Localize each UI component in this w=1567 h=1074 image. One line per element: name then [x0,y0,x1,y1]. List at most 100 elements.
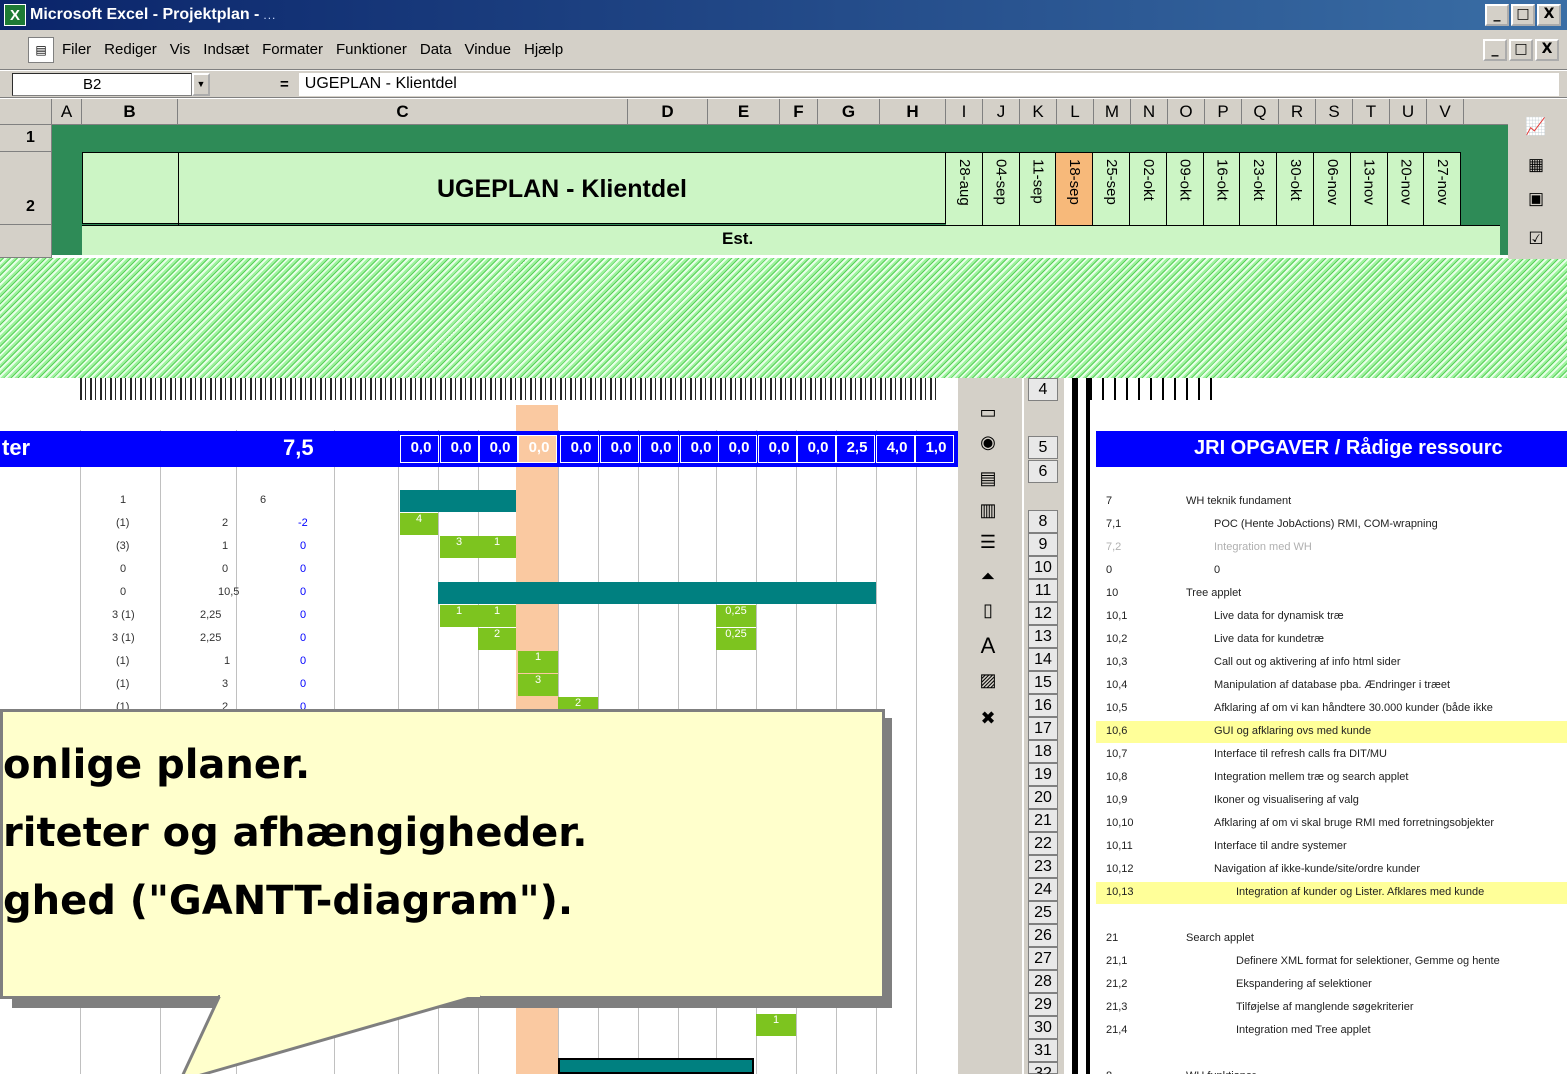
task-row[interactable]: 10,11 Interface til andre systemer [1096,836,1567,858]
cell-d[interactable]: -2 [298,517,308,529]
cell-c[interactable]: 2 [222,517,228,529]
checkbox-icon[interactable]: ☑ [1524,227,1548,251]
column-header-m[interactable]: M [1094,99,1131,125]
date-cell-current[interactable]: 18-sep [1056,152,1094,228]
column-header-e[interactable]: E [708,99,780,125]
cell-d[interactable]: 0 [300,540,306,552]
row-number[interactable]: 6 [1028,460,1058,483]
task-row[interactable]: 21,4 Integration med Tree applet [1096,1020,1567,1042]
select-all-corner[interactable] [0,99,52,125]
cell-c[interactable]: 10,5 [218,586,239,598]
chart-wizard-icon[interactable]: 📈 [1524,115,1548,139]
cell-b[interactable]: 0 [120,563,126,575]
menu-indsaet[interactable]: Indsæt [203,41,249,58]
row-number[interactable]: 11 [1028,579,1058,602]
row-header-2[interactable]: 2 [0,152,52,225]
task-row[interactable]: 10,3 Call out og aktivering af info html … [1096,652,1567,674]
row-number[interactable]: 15 [1028,671,1058,694]
gantt-task-bar[interactable]: 1 [478,605,516,627]
cell-b[interactable]: 0 [120,586,126,598]
close-button[interactable]: X [1537,4,1561,26]
date-cell[interactable]: 28-aug [946,152,983,228]
split-bar[interactable] [1072,378,1078,1074]
row-number[interactable]: 28 [1028,970,1058,993]
gantt-summary-bar[interactable] [558,1058,754,1074]
column-header-h[interactable]: H [880,99,946,125]
task-row[interactable]: 21 Search applet [1096,928,1567,950]
task-row[interactable]: 7 WH teknik fundament [1096,491,1567,513]
cell-b[interactable]: (1) [116,678,129,690]
task-row[interactable]: 10,8 Integration mellem træ og search app… [1096,767,1567,789]
excel-icon[interactable]: X [4,4,26,26]
doc-restore-button[interactable]: □ [1509,39,1533,61]
column-header-l[interactable]: L [1057,99,1094,125]
cell-b[interactable]: (1) [116,655,129,667]
column-header-u[interactable]: U [1390,99,1427,125]
row-number[interactable]: 29 [1028,993,1058,1016]
cell-d[interactable]: 0 [300,586,306,598]
row-number[interactable]: 32 [1028,1062,1058,1074]
date-cell[interactable]: 23-okt [1240,152,1278,228]
gantt-task-bar[interactable]: 2 [478,628,516,650]
doc-close-button[interactable]: X [1535,39,1559,61]
date-cell[interactable]: 30-okt [1277,152,1314,228]
edit-box-icon[interactable]: ▯ [976,598,1000,622]
gantt-summary-bar[interactable] [400,490,516,512]
menu-vis[interactable]: Vis [170,41,191,58]
gantt-task-bar[interactable]: 4 [400,513,438,535]
cell-d[interactable]: 0 [300,632,306,644]
cell-c[interactable]: 1 [224,655,230,667]
column-header-q[interactable]: Q [1242,99,1279,125]
row-number[interactable]: 31 [1028,1039,1058,1062]
row-number[interactable]: 25 [1028,901,1058,924]
list-box-icon[interactable]: ▤ [976,466,1000,490]
cell-c[interactable]: 2,25 [200,609,221,621]
row-number[interactable]: 21 [1028,809,1058,832]
combo-box-icon[interactable]: ▥ [976,498,1000,522]
gantt-task-bar[interactable]: 0,25 [716,628,756,650]
task-row[interactable]: 21,1 Definere XML format for selektioner,… [1096,951,1567,973]
cell-c[interactable]: 0 [222,563,228,575]
view-code-icon[interactable]: ▣ [1524,187,1548,211]
menu-filer[interactable]: Filer [62,41,91,58]
column-header-g[interactable]: G [818,99,880,125]
gantt-task-bar[interactable]: 3 [518,674,558,696]
name-box[interactable]: B2 [12,72,192,96]
cell-c[interactable]: 3 [222,678,228,690]
task-row[interactable] [1096,1043,1567,1065]
task-row[interactable]: 10,2 Live data for kundetræ [1096,629,1567,651]
row-number[interactable]: 19 [1028,763,1058,786]
document-icon[interactable]: ▤ [28,36,54,63]
column-header-d[interactable]: D [628,99,708,125]
column-header-p[interactable]: P [1205,99,1242,125]
cell-b[interactable]: 1 [120,494,126,506]
cell-b[interactable]: (1) [116,517,129,529]
column-header-r[interactable]: R [1279,99,1316,125]
properties-icon[interactable]: ▦ [1524,153,1548,177]
scroll-bar-icon[interactable]: ☰ [976,530,1000,554]
column-header-t[interactable]: T [1353,99,1390,125]
task-row[interactable]: 10,10 Afklaring af om vi skal bruge RMI m… [1096,813,1567,835]
row-number[interactable]: 22 [1028,832,1058,855]
column-header-s[interactable]: S [1316,99,1353,125]
task-row[interactable]: 10,4 Manipulation af database pba. Ændrin… [1096,675,1567,697]
row-header-1[interactable]: 1 [0,125,52,152]
column-header-i[interactable]: I [946,99,983,125]
column-header-a[interactable]: A [52,99,82,125]
task-row[interactable]: 10,1 Live data for dynamisk træ [1096,606,1567,628]
cell-d[interactable]: 0 [300,609,306,621]
row-number[interactable]: 9 [1028,533,1058,556]
row-number[interactable]: 17 [1028,717,1058,740]
date-cell[interactable]: 09-okt [1166,152,1204,228]
row-number[interactable]: 30 [1028,1016,1058,1039]
cell-d[interactable]: 0 [300,563,306,575]
doc-minimize-button[interactable]: _ [1483,39,1507,61]
column-header-b[interactable]: B [82,99,178,125]
task-row[interactable]: 00 [1096,560,1567,582]
title-cell-range[interactable]: UGEPLAN - Klientdel [82,152,946,225]
cell-b[interactable]: 3 (1) [112,632,135,644]
menu-formater[interactable]: Formater [262,41,323,58]
task-row[interactable]: 10 Tree applet [1096,583,1567,605]
date-cell[interactable]: 20-nov [1387,152,1425,228]
row-header-3[interactable] [0,225,52,258]
